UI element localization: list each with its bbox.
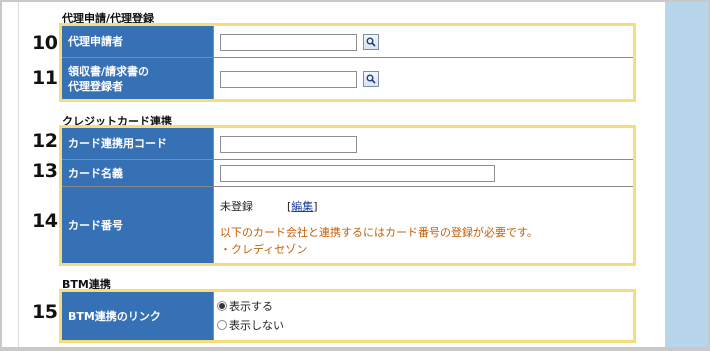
search-icon bbox=[366, 74, 376, 84]
row-receipt-proxy-registrant: 領収書/請求書の 代理登録者 bbox=[62, 58, 633, 99]
receipt-proxy-registrant-search-button[interactable] bbox=[363, 71, 379, 87]
radio-label: 表示しない bbox=[229, 319, 284, 332]
btm-hide-option[interactable]: 表示しない bbox=[217, 317, 284, 333]
frame-left bbox=[0, 0, 2, 351]
row-value: 未登録 [編集] 以下のカード会社と連携するにはカード番号の登録が必要です。 ・… bbox=[213, 187, 633, 263]
callout-number: 13 bbox=[32, 160, 58, 182]
radio-label: 表示する bbox=[229, 300, 273, 313]
radio-unchecked-icon[interactable] bbox=[217, 320, 227, 330]
card-link-code-input[interactable] bbox=[220, 136, 357, 153]
row-label: BTM連携のリンク bbox=[62, 292, 213, 340]
side-panel bbox=[665, 2, 708, 347]
proxy-settings-box: 代理申請者 領収書/請求書の 代理登録者 bbox=[59, 23, 636, 102]
row-card-link-code: カード連携用コード bbox=[62, 128, 633, 160]
row-value bbox=[213, 26, 633, 57]
row-card-holder: カード名義 bbox=[62, 160, 633, 187]
row-label: 代理申請者 bbox=[62, 26, 213, 57]
callout-number: 10 bbox=[32, 32, 58, 54]
row-label: カード名義 bbox=[62, 160, 213, 186]
card-company-item: ・クレディセゾン bbox=[220, 243, 308, 256]
content-left-border bbox=[18, 2, 19, 347]
row-value bbox=[213, 58, 633, 99]
card-number-notice: 以下のカード会社と連携するにはカード番号の登録が必要です。 bbox=[220, 226, 538, 239]
card-holder-input[interactable] bbox=[220, 165, 495, 182]
proxy-applicant-search-button[interactable] bbox=[363, 34, 379, 50]
credit-settings-box: カード連携用コード カード名義 カード番号 未登録 [編集] 以下のカード会社と… bbox=[59, 125, 636, 266]
row-proxy-applicant: 代理申請者 bbox=[62, 26, 633, 58]
frame-bottom bbox=[0, 347, 710, 351]
callout-number: 11 bbox=[32, 67, 58, 89]
row-value bbox=[213, 128, 633, 159]
callout-number: 14 bbox=[32, 210, 58, 232]
card-number-edit-link[interactable]: 編集 bbox=[291, 200, 313, 213]
row-label: 領収書/請求書の 代理登録者 bbox=[62, 58, 213, 99]
btm-settings-box: BTM連携のリンク 表示する 表示しない bbox=[59, 289, 636, 343]
radio-checked-icon[interactable] bbox=[217, 301, 227, 311]
frame-top bbox=[0, 0, 710, 2]
proxy-applicant-input[interactable] bbox=[220, 34, 357, 51]
card-number-status: 未登録 bbox=[220, 200, 253, 213]
row-btm-link: BTM連携のリンク 表示する 表示しない bbox=[62, 292, 633, 340]
edit-bracket-close: ] bbox=[313, 200, 318, 213]
btm-show-option[interactable]: 表示する bbox=[217, 298, 273, 314]
row-value bbox=[213, 160, 633, 186]
row-value: 表示する 表示しない bbox=[213, 292, 633, 340]
edit-link-wrapper: [編集] bbox=[287, 198, 318, 214]
search-icon bbox=[366, 37, 376, 47]
callout-number: 12 bbox=[32, 130, 58, 152]
row-label: カード番号 bbox=[62, 187, 213, 263]
receipt-proxy-registrant-input[interactable] bbox=[220, 71, 357, 88]
row-label: カード連携用コード bbox=[62, 128, 213, 159]
callout-number: 15 bbox=[32, 301, 58, 323]
row-card-number: カード番号 未登録 [編集] 以下のカード会社と連携するにはカード番号の登録が必… bbox=[62, 187, 633, 263]
